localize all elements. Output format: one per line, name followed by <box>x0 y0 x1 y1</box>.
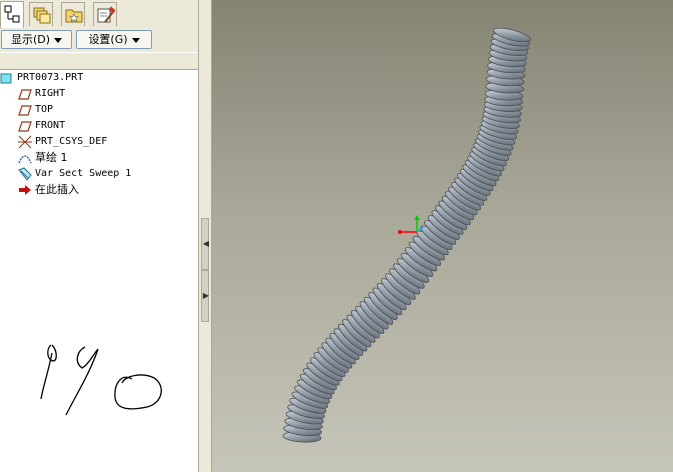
tree-item-var-sect-sweep[interactable]: Var Sect Sweep 1 <box>18 166 131 182</box>
tree-item-label: PRT_CSYS_DEF <box>35 136 108 147</box>
tree-item-csys[interactable]: PRT_CSYS_DEF <box>18 134 107 150</box>
model-tree-tab[interactable] <box>0 1 24 28</box>
datum-plane-icon <box>18 103 32 117</box>
var-sect-sweep-icon <box>18 167 32 181</box>
settings-menu-label: 设置(G) <box>88 33 128 46</box>
model-tree-icon <box>4 5 20 23</box>
tree-item-label: TOP <box>35 104 54 115</box>
tree-item-right[interactable]: RIGHT <box>18 86 65 102</box>
tools-tab[interactable] <box>93 2 117 26</box>
csys-triad-icon <box>398 215 424 234</box>
tree-root-label: PRT0073.PRT <box>17 72 84 83</box>
chevron-right-icon: ▶ <box>202 291 210 300</box>
folder-layers-icon <box>33 7 51 24</box>
dropdown-arrow-icon <box>54 37 63 43</box>
tree-root-part[interactable]: PRT0073.PRT <box>0 70 83 86</box>
part-icon <box>0 71 14 85</box>
handwritten-scribble-icon <box>40 344 162 416</box>
navigator-tab-bar <box>0 0 198 29</box>
expand-panel-button[interactable]: ▶ <box>201 270 209 322</box>
panel-splitter[interactable]: ◀ ▶ <box>198 0 212 472</box>
tree-item-sketch[interactable]: 草绘 1 <box>18 150 68 166</box>
hammer-tools-icon <box>97 6 115 23</box>
coordinate-system-icon <box>18 135 32 149</box>
chevron-left-icon: ◀ <box>202 239 210 248</box>
tree-item-label: 在此插入 <box>35 183 79 196</box>
favorites-tab[interactable] <box>61 2 85 26</box>
dropdown-arrow-icon <box>131 37 140 43</box>
graphics-window[interactable] <box>212 0 673 472</box>
tree-item-insert-here[interactable]: 在此插入 <box>18 182 79 198</box>
navigator-panel: 显示(D) 设置(G) PRT0073.PRT RIGHT TOP FRONT <box>0 0 198 472</box>
corrugated-tube-model-icon <box>282 27 531 443</box>
datum-plane-icon <box>18 87 32 101</box>
tree-item-label: 草绘 1 <box>35 151 68 164</box>
tree-item-label: FRONT <box>35 120 66 131</box>
tree-item-top[interactable]: TOP <box>18 102 53 118</box>
collapse-panel-button[interactable]: ◀ <box>201 218 209 270</box>
tree-item-label: RIGHT <box>35 88 66 99</box>
insert-here-arrow-icon <box>18 183 32 197</box>
favorites-folder-icon <box>65 9 83 23</box>
datum-plane-icon <box>18 119 32 133</box>
settings-menu-button[interactable]: 设置(G) <box>76 30 152 49</box>
tree-header-strip <box>0 52 198 70</box>
tree-item-label: Var Sect Sweep 1 <box>35 168 132 179</box>
folder-browser-tab[interactable] <box>29 2 53 26</box>
show-menu-label: 显示(D) <box>10 33 51 46</box>
sketch-icon <box>18 151 32 165</box>
navigator-toolbar: 显示(D) 设置(G) <box>0 28 198 52</box>
tree-item-front[interactable]: FRONT <box>18 118 65 134</box>
show-menu-button[interactable]: 显示(D) <box>1 30 72 49</box>
